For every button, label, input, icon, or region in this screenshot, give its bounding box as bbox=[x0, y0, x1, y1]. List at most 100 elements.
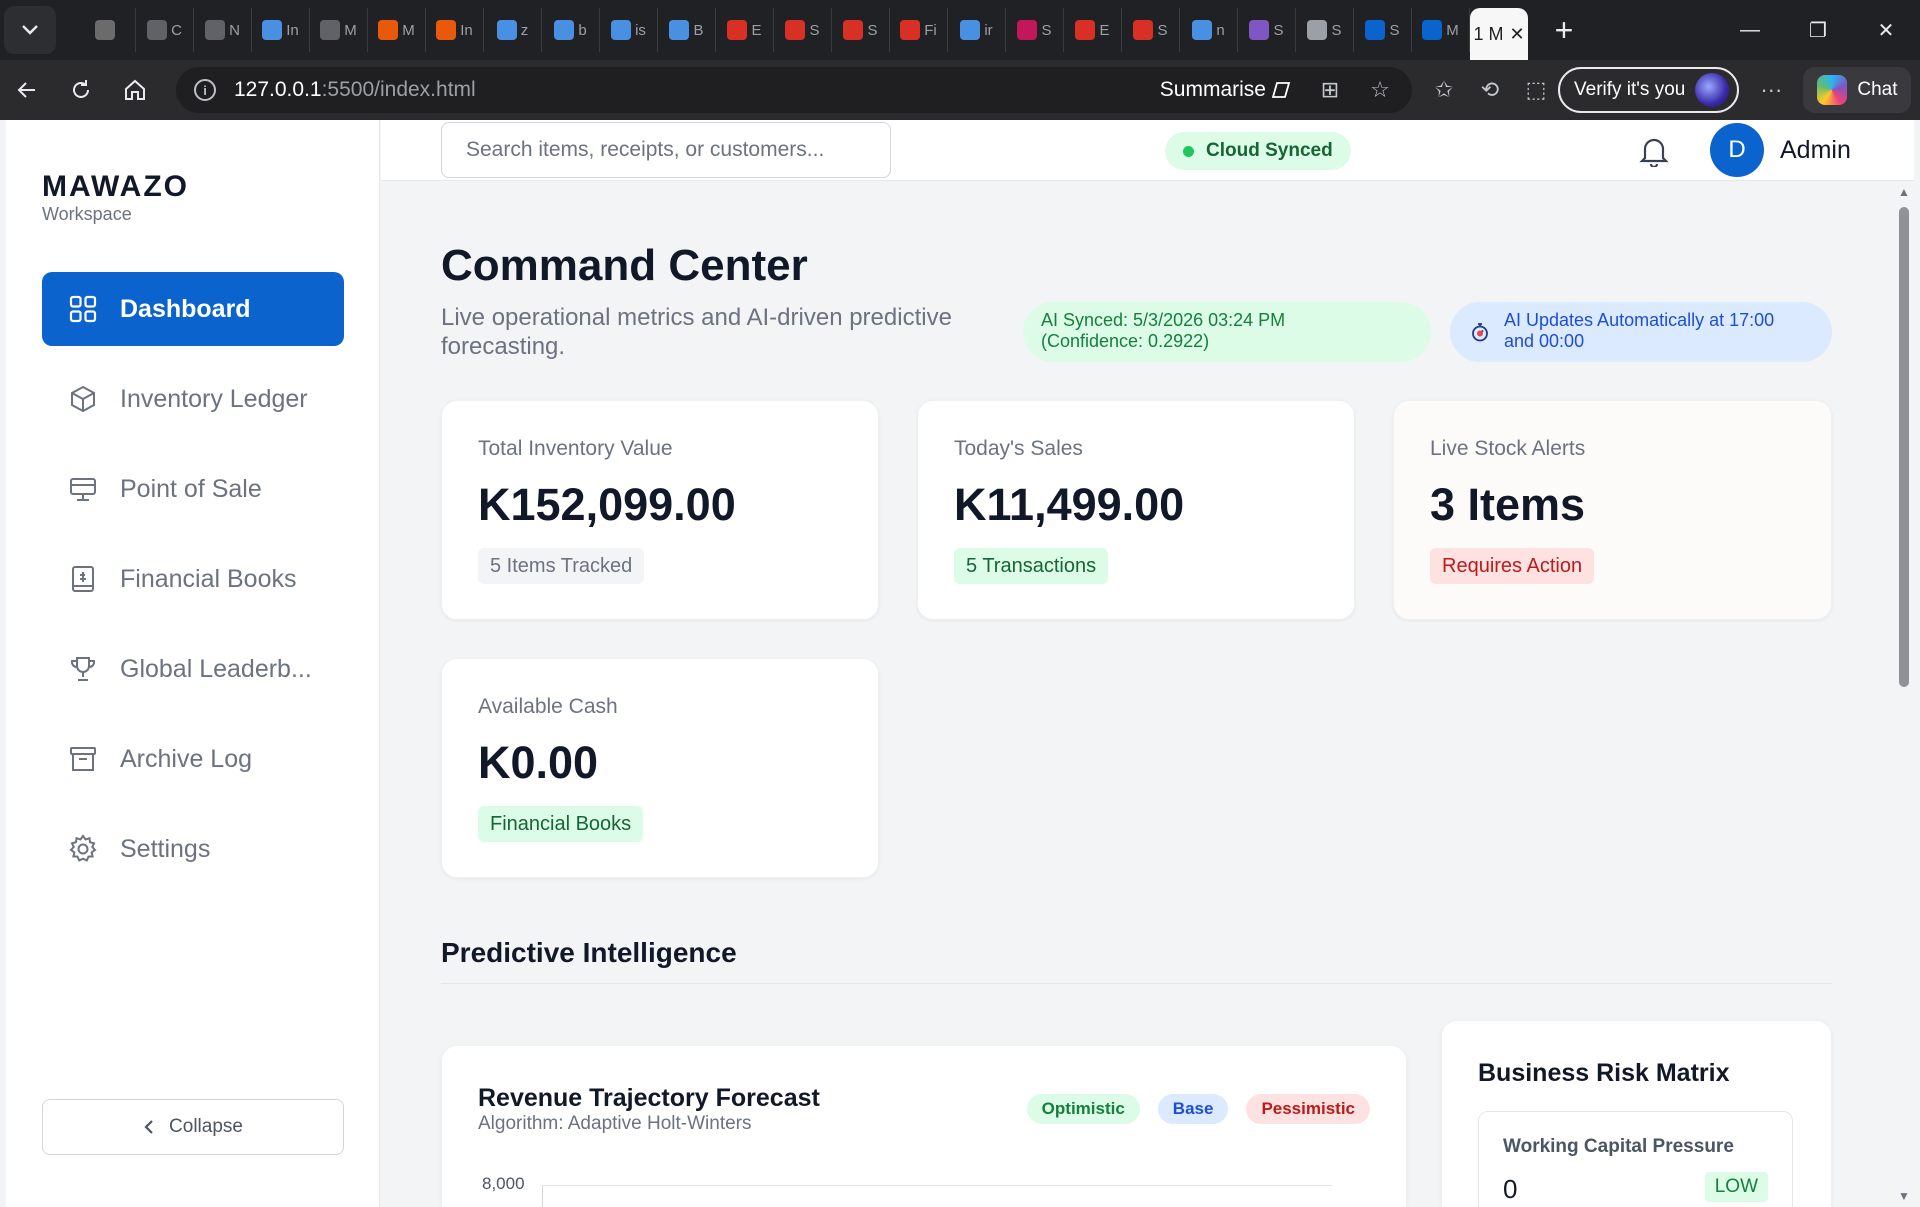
back-button[interactable] bbox=[0, 60, 54, 120]
stat-tag: Financial Books bbox=[478, 806, 644, 842]
sidebar-item-inventory-ledger[interactable]: Inventory Ledger bbox=[42, 362, 344, 436]
browser-tab[interactable]: S bbox=[832, 8, 890, 52]
tab-favicon-icon bbox=[727, 20, 748, 40]
tab-favicon-icon bbox=[1017, 20, 1038, 40]
stat-card-todays-sales[interactable]: Today's Sales K11,499.00 5 Transactions bbox=[917, 400, 1355, 620]
more-menu-icon[interactable]: ··· bbox=[1757, 77, 1785, 103]
tab-favicon-icon bbox=[496, 20, 517, 40]
browser-tab[interactable]: S bbox=[774, 8, 832, 52]
forecast-legend: Optimistic Base Pessimistic bbox=[1026, 1094, 1370, 1124]
browser-tab[interactable]: S bbox=[1238, 8, 1296, 52]
browser-tab[interactable]: E bbox=[716, 8, 774, 52]
stat-card-live-stock-alerts[interactable]: Live Stock Alerts 3 Items Requires Actio… bbox=[1393, 400, 1832, 620]
browser-tab[interactable]: M bbox=[368, 8, 426, 52]
tab-actions-menu-button[interactable] bbox=[4, 6, 56, 54]
reload-button[interactable] bbox=[54, 60, 108, 120]
restore-button[interactable]: ❐ bbox=[1784, 0, 1852, 60]
address-bar[interactable]: i 127.0.0.1:5500/index.html Summarise ⊞ … bbox=[176, 67, 1412, 113]
sidebar-item-point-of-sale[interactable]: Point of Sale bbox=[42, 452, 344, 526]
collapse-sidebar-button[interactable]: Collapse bbox=[42, 1099, 344, 1155]
verify-label: Verify it's you bbox=[1574, 79, 1686, 100]
tab-favicon-icon bbox=[960, 20, 981, 40]
sidebar-item-dashboard[interactable]: Dashboard bbox=[42, 272, 344, 346]
browser-tab[interactable]: n bbox=[1180, 8, 1238, 52]
minimize-button[interactable]: — bbox=[1716, 0, 1784, 60]
chart-y-axis bbox=[542, 1185, 543, 1207]
browser-tab[interactable]: C bbox=[136, 8, 194, 52]
stat-card-available-cash[interactable]: Available Cash K0.00 Financial Books bbox=[441, 658, 879, 878]
brand-name: MAWAZO bbox=[42, 170, 189, 203]
browser-tab[interactable]: M bbox=[310, 8, 368, 52]
sidebar-item-settings[interactable]: Settings bbox=[42, 812, 344, 886]
active-browser-tab[interactable]: 1 M ✕ bbox=[1470, 8, 1528, 60]
box-icon bbox=[68, 384, 98, 414]
y-axis-tick-label: 8,000 bbox=[482, 1174, 525, 1193]
sidebar-item-archive-log[interactable]: Archive Log bbox=[42, 722, 344, 796]
browser-tab[interactable]: In bbox=[426, 8, 484, 52]
user-avatar[interactable]: D bbox=[1710, 123, 1764, 177]
user-name[interactable]: Admin bbox=[1780, 136, 1851, 165]
summarise-button[interactable]: Summarise bbox=[1160, 78, 1294, 102]
browser-tab[interactable]: S bbox=[1296, 8, 1354, 52]
profile-verify-button[interactable]: Verify it's you bbox=[1558, 67, 1740, 113]
new-tab-button[interactable]: + bbox=[1538, 8, 1590, 52]
scroll-down-arrow-icon[interactable]: ▼ bbox=[1898, 1189, 1910, 1203]
chevron-down-icon bbox=[22, 25, 38, 35]
tab-label: In bbox=[286, 21, 299, 39]
browser-tab[interactable]: In bbox=[252, 8, 310, 52]
chevron-left-icon bbox=[144, 1120, 153, 1134]
tab-label: M bbox=[402, 21, 415, 39]
browser-tab[interactable] bbox=[78, 8, 136, 52]
browser-tab[interactable]: is bbox=[600, 8, 658, 52]
copilot-chat-button[interactable]: Chat bbox=[1803, 67, 1912, 113]
close-window-button[interactable]: ✕ bbox=[1852, 0, 1920, 60]
browser-tab[interactable]: Fi bbox=[890, 8, 948, 52]
global-search[interactable] bbox=[441, 122, 891, 178]
browser-tab[interactable]: z bbox=[484, 8, 542, 52]
tab-label: S bbox=[867, 21, 878, 39]
tab-label: S bbox=[1157, 21, 1168, 39]
stat-card-total-inventory-value[interactable]: Total Inventory Value K152,099.00 5 Item… bbox=[441, 400, 879, 620]
tab-label: S bbox=[1331, 21, 1342, 39]
stat-tag: Requires Action bbox=[1430, 548, 1595, 584]
home-button[interactable] bbox=[108, 60, 162, 120]
tab-label: M bbox=[344, 21, 357, 39]
tab-label: n bbox=[1216, 21, 1225, 39]
browser-tab[interactable]: B bbox=[658, 8, 716, 52]
risk-level-badge: LOW bbox=[1704, 1172, 1768, 1202]
tab-favicon-icon bbox=[900, 20, 921, 40]
status-dot-icon bbox=[1183, 145, 1194, 157]
tab-label: In bbox=[460, 21, 473, 39]
favorites-icon[interactable]: ✩ bbox=[1430, 77, 1458, 103]
stat-label: Today's Sales bbox=[954, 437, 1083, 460]
browser-tab[interactable]: N bbox=[194, 8, 252, 52]
extensions-icon[interactable]: ⊞ bbox=[1316, 77, 1344, 103]
browser-tab[interactable]: M bbox=[1412, 8, 1470, 52]
browser-tab[interactable]: S bbox=[1122, 8, 1180, 52]
search-input[interactable] bbox=[466, 138, 890, 162]
legend-base[interactable]: Base bbox=[1157, 1094, 1229, 1124]
sidebar-item-financial-books[interactable]: Financial Books bbox=[42, 542, 344, 616]
site-info-icon[interactable]: i bbox=[194, 79, 216, 101]
profile-avatar bbox=[1695, 73, 1730, 107]
tab-favicon-icon bbox=[785, 20, 806, 40]
close-tab-icon[interactable]: ✕ bbox=[1509, 24, 1524, 45]
browser-tab[interactable]: b bbox=[542, 8, 600, 52]
legend-pessimistic[interactable]: Pessimistic bbox=[1246, 1094, 1370, 1124]
legend-optimistic[interactable]: Optimistic bbox=[1026, 1094, 1140, 1124]
browser-tab[interactable]: E bbox=[1064, 8, 1122, 52]
collapse-label: Collapse bbox=[169, 1116, 243, 1137]
top-header: Cloud Synced D Admin bbox=[381, 120, 1914, 181]
scroll-up-arrow-icon[interactable]: ▲ bbox=[1898, 185, 1910, 199]
browser-tab[interactable]: S bbox=[1354, 8, 1412, 52]
favorite-star-icon[interactable]: ☆ bbox=[1366, 77, 1394, 103]
main-scrollbar[interactable]: ▲ ▼ bbox=[1894, 181, 1914, 1207]
screenshot-icon[interactable]: ⬚ bbox=[1522, 77, 1550, 103]
browser-tab[interactable]: S bbox=[1006, 8, 1064, 52]
notifications-bell-icon[interactable] bbox=[1635, 132, 1673, 170]
sidebar-item-global-leaderboard[interactable]: Global Leaderb... bbox=[42, 632, 344, 706]
browser-tab[interactable]: ir bbox=[948, 8, 1006, 52]
history-icon[interactable]: ⟲ bbox=[1476, 77, 1504, 103]
scrollbar-thumb[interactable] bbox=[1899, 207, 1909, 687]
browser-tab-bar: C N In M M In z b is B E S S Fi ir S E Sn S S S M 1 M ✕ + — ❐… bbox=[0, 0, 1920, 60]
